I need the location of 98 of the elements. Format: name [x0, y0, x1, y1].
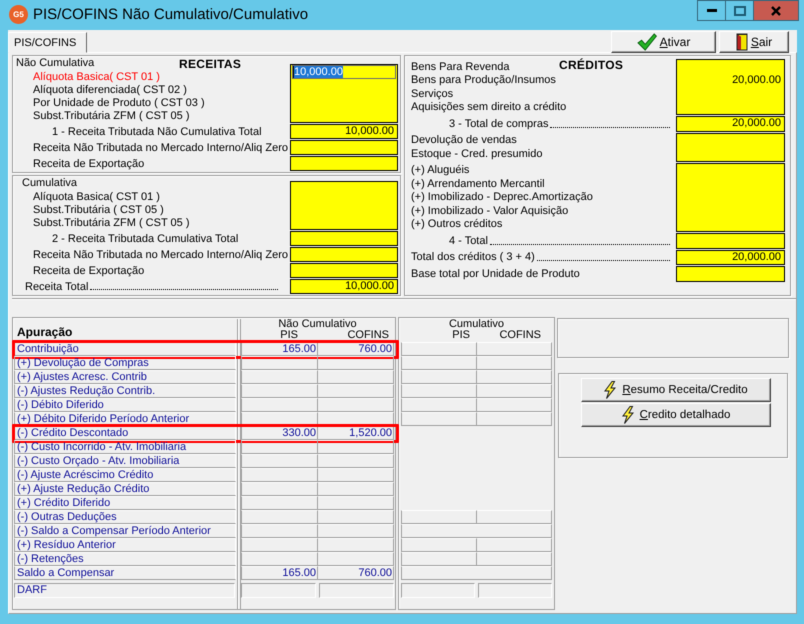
row-label: (+) Resíduo Anterior — [14, 538, 236, 552]
row-label: (-) Crédito Descontado — [14, 426, 236, 440]
input-field[interactable]: 20,000.00 — [676, 116, 785, 132]
row-label: (-) Outras Deduções — [14, 510, 236, 524]
window-title: PIS/COFINS Não Cumulativo/Cumulativo — [33, 5, 308, 25]
field-label: 2 - Receita Tributada Cumulativa Total — [52, 232, 238, 244]
field-label: (+) Imobilizado - Deprec.Amortização — [411, 191, 593, 204]
field-label: Bens Para Revenda — [411, 60, 510, 73]
field-label: Alíquota Basica( CST 01 ) — [33, 190, 160, 202]
field-label: Bens para Produção/Insumos — [411, 74, 556, 86]
field-label: 3 - Total de compras — [449, 118, 548, 130]
row-label: (-) Custo Incorrido - Atv. Imobiliaria — [14, 440, 236, 454]
action-button[interactable]: Resumo Receita/Credito — [581, 378, 771, 402]
input-field[interactable]: 20,000.00 — [676, 250, 785, 265]
column-header: COFINS — [346, 330, 390, 341]
field-label: Aquisições sem direito a crédito — [411, 101, 566, 114]
input-field[interactable] — [290, 181, 398, 230]
group-label: Não Cumulativa — [16, 57, 94, 69]
row-label: (+) Ajustes Acresc. Contrib — [14, 370, 236, 384]
field-label: Subst.Tributária ( CST 05 ) — [33, 204, 164, 216]
row-label: (-) Débito Diferido — [14, 398, 236, 412]
field-label: (+) Arrendamento Mercantil — [411, 178, 545, 190]
field-label: Base total por Unidade de Produto — [411, 268, 580, 280]
column-header: PIS — [279, 330, 299, 341]
section-title: RECEITAS — [179, 57, 242, 71]
field-label: Total dos créditos ( 3 + 4) — [411, 251, 535, 264]
input-field[interactable]: 10,000.00 — [290, 279, 398, 294]
input-field[interactable] — [676, 162, 785, 232]
row-label: (-) Custo Orçado - Atv. Imobiliaria — [14, 454, 236, 468]
field-label: Subst.Tributária ZFM ( CST 05 ) — [33, 110, 190, 122]
field-label: (+) Aluguéis — [411, 164, 470, 176]
value-cell: 760.00 — [318, 566, 394, 580]
toolbar-button[interactable]: Sair — [719, 31, 789, 53]
close-button[interactable] — [754, 0, 799, 21]
row-label: (-) Ajuste Acréscimo Crédito — [14, 468, 236, 482]
value-cell: 165.00 — [241, 566, 318, 580]
column-group-header: Cumulativo — [448, 318, 506, 330]
field-label: Receita Não Tributada no Mercado Interno/Aliq Zero — [33, 142, 288, 154]
focused-input[interactable]: 10,000.00 — [292, 65, 396, 79]
row-label: (+) Crédito Diferido — [14, 496, 236, 510]
field-label: Receita Total — [25, 280, 88, 292]
input-field[interactable] — [290, 247, 398, 262]
input-field[interactable]: 20,000.00 — [676, 59, 785, 115]
row-label: DARF — [14, 583, 236, 598]
field-label: Alíquota Basica( CST 01 ) — [33, 70, 160, 82]
checkmark-icon — [636, 33, 657, 51]
field-label: 4 - Total — [449, 234, 488, 247]
lightning-icon — [622, 406, 634, 424]
input-field[interactable]: 10,000.00 — [290, 64, 398, 123]
row-label: Contribuição — [14, 342, 236, 356]
field-label: (+) Outros créditos — [411, 218, 502, 230]
field-label: Devolução de vendas — [411, 134, 517, 146]
field-label: Receita de Exportação — [33, 264, 144, 276]
tab[interactable]: PIS/COFINS — [8, 32, 88, 53]
field-label: Subst.Tributária ZFM ( CST 05 ) — [33, 216, 190, 228]
column-header: COFINS — [498, 330, 542, 341]
field-label: Estoque - Cred. presumido — [411, 148, 542, 160]
app-logo: G5 — [9, 5, 28, 24]
maximize-icon — [734, 6, 746, 16]
field-label: (+) Imobilizado - Valor Aquisição — [411, 204, 568, 217]
minimize-icon — [706, 9, 716, 12]
row-label: (+) Débito Diferido Período Anterior — [14, 412, 236, 426]
value-cell: 1,520.00 — [318, 426, 394, 440]
input-field[interactable] — [290, 140, 398, 155]
row-label: (-) Retenções — [14, 552, 236, 566]
group-label: Cumulativa — [22, 177, 78, 189]
section-title: Apuração — [17, 326, 72, 339]
input-field[interactable] — [676, 266, 785, 282]
toolbar-button[interactable]: Ativar — [611, 31, 716, 53]
field-label: Receita de Exportação — [33, 158, 144, 170]
column-header: PIS — [451, 330, 471, 341]
row-label: (+) Devolução de Compras — [14, 356, 236, 370]
maximize-button[interactable] — [726, 0, 754, 21]
input-field[interactable] — [290, 156, 398, 171]
action-button[interactable]: Credito detalhado — [581, 403, 771, 427]
column-group-header: Não Cumulativo — [277, 318, 358, 330]
lightning-icon — [604, 381, 616, 399]
value-cell: 760.00 — [318, 342, 394, 356]
field-label: Serviços — [411, 88, 454, 100]
row-label: (+) Ajuste Redução Crédito — [14, 482, 236, 496]
row-label: (-) Ajustes Redução Contrib. — [14, 384, 236, 398]
row-label: (-) Saldo a Compensar Período Anterior — [14, 524, 236, 538]
input-field[interactable]: 10,000.00 — [290, 124, 398, 139]
input-field[interactable] — [676, 233, 785, 248]
row-label: Saldo a Compensar — [14, 566, 236, 580]
field-label: Por Unidade de Produto ( CST 03 ) — [33, 96, 205, 108]
value-cell: 330.00 — [241, 426, 318, 440]
minimize-button[interactable] — [697, 0, 726, 21]
input-field[interactable] — [676, 132, 785, 162]
close-icon — [771, 6, 781, 16]
input-field[interactable] — [290, 231, 398, 246]
value-cell: 165.00 — [241, 342, 318, 356]
field-label: Receita Não Tributada no Mercado Interno/Aliq Zero — [33, 248, 288, 260]
field-label: 1 - Receita Tributada Não Cumulativa Total — [52, 126, 262, 138]
field-label: Alíquota diferenciada( CST 02 ) — [33, 84, 187, 96]
input-field[interactable] — [290, 263, 398, 278]
door-icon — [736, 33, 748, 51]
section-title: CRÉDITOS — [559, 58, 624, 72]
